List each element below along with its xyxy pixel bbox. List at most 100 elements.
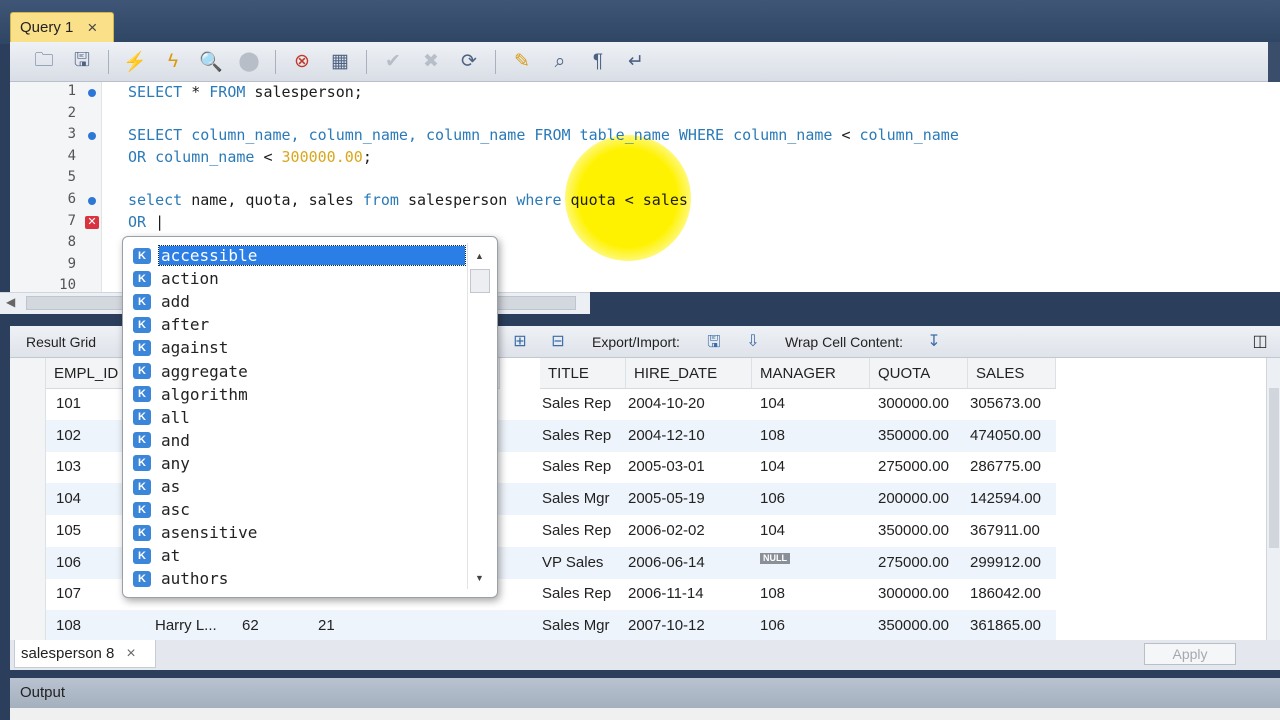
table-cell-name[interactable]: Harry L... <box>149 610 217 640</box>
table-cell-sales[interactable]: 186042.00 <box>964 578 1041 610</box>
table-cell-mgr[interactable]: 106 <box>754 610 785 640</box>
table-cell-c3[interactable]: 62 <box>236 610 259 640</box>
autocomplete-item[interactable]: Kasensitive <box>133 521 468 544</box>
table-cell-sales[interactable]: 361865.00 <box>964 610 1041 640</box>
code-line[interactable]: SELECT column_name, column_name, column_… <box>128 126 959 144</box>
rollback-icon[interactable]: ✖ <box>415 48 447 76</box>
table-cell-quota[interactable]: 200000.00 <box>872 483 949 515</box>
delete-row-icon[interactable]: ⊟ <box>546 331 570 353</box>
syntax-error-icon[interactable]: ✕ <box>85 215 99 229</box>
autocomplete-popup[interactable]: Kaccessible Kaction Kadd Kafter Kagainst Kagg… <box>122 236 498 598</box>
autocomplete-item[interactable]: Kas <box>133 475 468 498</box>
explain-icon[interactable]: 🔍 <box>195 48 227 76</box>
wrap-cell-icon[interactable]: ↧ <box>922 331 946 353</box>
autocomplete-item[interactable]: Kafter <box>133 313 468 336</box>
table-cell-title[interactable]: Sales Rep <box>536 420 611 452</box>
table-cell-mgr[interactable]: NULL <box>754 547 790 579</box>
code-line[interactable]: SELECT * FROM salesperson; <box>128 83 363 101</box>
code-line[interactable]: OR | <box>128 213 164 231</box>
table-cell-id[interactable]: 102 <box>50 420 81 452</box>
table-cell-id[interactable]: 106 <box>50 547 81 579</box>
stop-icon[interactable]: ⬤ <box>233 48 265 76</box>
table-cell-quota[interactable]: 300000.00 <box>872 388 949 420</box>
table-cell-quota[interactable]: 300000.00 <box>872 578 949 610</box>
find-icon[interactable]: ⌕ <box>544 48 576 76</box>
toggle-error-icon[interactable]: ⊗ <box>286 48 318 76</box>
apply-button[interactable]: Apply <box>1144 643 1236 665</box>
scroll-left-icon[interactable]: ◀ <box>6 295 15 309</box>
grid-vertical-scrollbar[interactable] <box>1266 358 1280 640</box>
code-line[interactable]: OR column_name < 300000.00; <box>128 148 372 166</box>
autocomplete-item[interactable]: Kat <box>133 544 468 567</box>
autocomplete-item[interactable]: Kand <box>133 429 468 452</box>
table-cell-mgr[interactable]: 108 <box>754 420 785 452</box>
column-header-hire-date[interactable]: HIRE_DATE <box>626 358 752 389</box>
result-grid-label[interactable]: Result Grid <box>26 334 96 350</box>
table-cell-id[interactable]: 108 <box>50 610 81 640</box>
table-cell-quota[interactable]: 350000.00 <box>872 610 949 640</box>
autocomplete-item[interactable]: Kany <box>133 452 468 475</box>
autocomplete-item[interactable]: Kaccessible <box>133 244 468 267</box>
table-cell-sales[interactable]: 299912.00 <box>964 547 1041 579</box>
table-cell-mgr[interactable]: 104 <box>754 451 785 483</box>
table-cell-title[interactable]: Sales Rep <box>536 578 611 610</box>
table-cell-sales[interactable]: 474050.00 <box>964 420 1041 452</box>
scrollbar-thumb[interactable] <box>470 269 490 293</box>
table-cell-title[interactable]: VP Sales <box>536 547 603 579</box>
column-header-empl-id[interactable]: EMPL_ID <box>46 358 128 389</box>
autocomplete-item[interactable]: Kall <box>133 406 468 429</box>
table-cell-hire[interactable]: 2006-02-02 <box>622 515 705 547</box>
table-cell-hire[interactable]: 2004-12-10 <box>622 420 705 452</box>
table-cell-title[interactable]: Sales Mgr <box>536 483 610 515</box>
toggle-result-icon[interactable]: ▦ <box>324 48 356 76</box>
table-cell-mgr[interactable]: 108 <box>754 578 785 610</box>
table-cell-mgr[interactable]: 104 <box>754 388 785 420</box>
table-cell-sales[interactable]: 142594.00 <box>964 483 1041 515</box>
tab-close-icon[interactable]: × <box>87 18 97 38</box>
table-cell-title[interactable]: Sales Rep <box>536 388 611 420</box>
table-cell-hire[interactable]: 2005-03-01 <box>622 451 705 483</box>
table-cell-hire[interactable]: 2004-10-20 <box>622 388 705 420</box>
export-icon[interactable]: 🖫 <box>702 331 726 353</box>
table-cell-hire[interactable]: 2007-10-12 <box>622 610 705 640</box>
table-cell-hire[interactable]: 2006-06-14 <box>622 547 705 579</box>
table-cell-id[interactable]: 101 <box>50 388 81 420</box>
table-cell-id[interactable]: 103 <box>50 451 81 483</box>
scroll-down-icon[interactable]: ▼ <box>475 573 484 583</box>
column-header-quota[interactable]: QUOTA <box>870 358 968 389</box>
code-line[interactable]: select name, quota, sales from salespers… <box>128 191 688 209</box>
autocomplete-item[interactable]: Kaggregate <box>133 360 468 383</box>
table-cell-id[interactable]: 107 <box>50 578 81 610</box>
scrollbar-thumb[interactable] <box>1269 388 1279 548</box>
beautify-icon[interactable]: ✎ <box>506 48 538 76</box>
table-cell-quota[interactable]: 275000.00 <box>872 547 949 579</box>
autocomplete-item[interactable]: Kadd <box>133 290 468 313</box>
table-cell-title[interactable]: Sales Rep <box>536 515 611 547</box>
autocommit-icon[interactable]: ⟳ <box>453 48 485 76</box>
table-cell-id[interactable]: 104 <box>50 483 81 515</box>
autocomplete-item[interactable]: Kagainst <box>133 336 468 359</box>
autocomplete-item[interactable]: Kauthors <box>133 567 468 590</box>
table-cell-sales[interactable]: 367911.00 <box>964 515 1040 547</box>
table-cell-hire[interactable]: 2006-11-14 <box>622 578 704 610</box>
autocomplete-item[interactable]: Kaction <box>133 267 468 290</box>
table-cell-title[interactable]: Sales Mgr <box>536 610 610 640</box>
add-row-icon[interactable]: ⊞ <box>508 331 532 353</box>
table-cell-sales[interactable]: 286775.00 <box>964 451 1041 483</box>
tab-query-1[interactable]: Query 1 × <box>10 12 114 42</box>
save-icon[interactable]: 🖫 <box>66 48 98 76</box>
table-cell-c4[interactable]: 21 <box>312 610 335 640</box>
execute-icon[interactable]: ⚡ <box>119 48 151 76</box>
table-cell-quota[interactable]: 350000.00 <box>872 515 949 547</box>
wrap-icon[interactable]: ↵ <box>620 48 652 76</box>
table-cell-mgr[interactable]: 104 <box>754 515 785 547</box>
autocomplete-item[interactable]: Kalgorithm <box>133 383 468 406</box>
table-cell-hire[interactable]: 2005-05-19 <box>622 483 705 515</box>
autocomplete-scrollbar[interactable]: ▲ ▼ <box>467 243 491 589</box>
column-header-sales[interactable]: SALES <box>968 358 1056 389</box>
tab-close-icon[interactable]: × <box>126 645 135 663</box>
table-cell-quota[interactable]: 350000.00 <box>872 420 949 452</box>
autocomplete-item[interactable]: Kasc <box>133 498 468 521</box>
column-header-title[interactable]: TITLE <box>540 358 626 389</box>
panel-toggle-icon[interactable]: ◫ <box>1248 331 1272 353</box>
